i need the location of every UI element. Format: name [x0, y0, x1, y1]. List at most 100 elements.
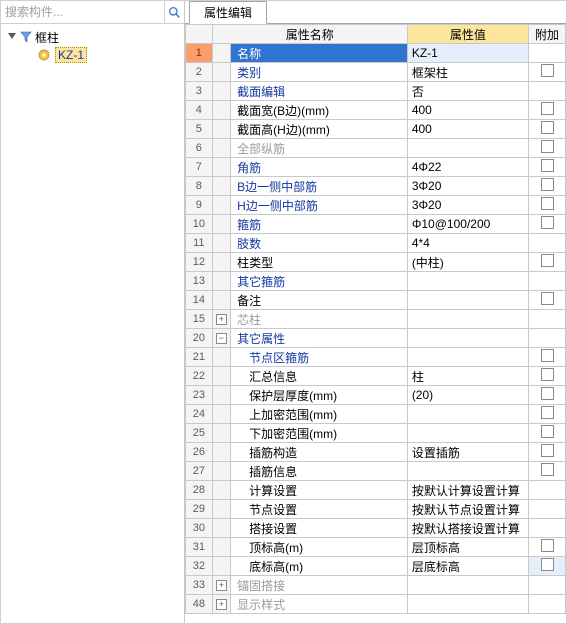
- property-value[interactable]: [407, 462, 528, 481]
- row-number[interactable]: 23: [186, 386, 213, 405]
- table-row[interactable]: 31顶标高(m)层顶标高: [186, 538, 566, 557]
- property-value[interactable]: [407, 139, 528, 158]
- table-row[interactable]: 10箍筋Φ10@100/200: [186, 215, 566, 234]
- row-number[interactable]: 26: [186, 443, 213, 462]
- property-name[interactable]: 备注: [231, 291, 408, 310]
- row-number[interactable]: 22: [186, 367, 213, 386]
- table-row[interactable]: 21节点区箍筋: [186, 348, 566, 367]
- table-row[interactable]: 9 H边一侧中部筋3Φ20: [186, 196, 566, 215]
- property-value[interactable]: (中柱): [407, 253, 528, 272]
- property-value[interactable]: 层底标高: [407, 557, 528, 576]
- property-value[interactable]: 按默认计算设置计算: [407, 481, 528, 500]
- tree-root-row[interactable]: 框柱: [5, 28, 184, 46]
- property-value[interactable]: [407, 405, 528, 424]
- property-value[interactable]: 400: [407, 120, 528, 139]
- search-button[interactable]: [164, 1, 184, 23]
- property-value[interactable]: KZ-1: [407, 44, 528, 63]
- row-number[interactable]: 1: [186, 44, 213, 63]
- property-value[interactable]: [407, 595, 528, 614]
- property-value[interactable]: 400: [407, 101, 528, 120]
- header-value[interactable]: 属性值: [407, 25, 528, 44]
- row-number[interactable]: 15: [186, 310, 213, 329]
- row-number[interactable]: 12: [186, 253, 213, 272]
- row-number[interactable]: 29: [186, 500, 213, 519]
- property-name[interactable]: H边一侧中部筋: [231, 196, 408, 215]
- property-name[interactable]: 其它属性: [231, 329, 408, 348]
- property-name[interactable]: 计算设置: [231, 481, 408, 500]
- row-number[interactable]: 7: [186, 158, 213, 177]
- extra-cell[interactable]: [529, 424, 566, 443]
- property-name[interactable]: 底标高(m): [231, 557, 408, 576]
- table-row[interactable]: 27插筋信息: [186, 462, 566, 481]
- property-value[interactable]: [407, 310, 528, 329]
- table-row[interactable]: 6 全部纵筋: [186, 139, 566, 158]
- row-number[interactable]: 10: [186, 215, 213, 234]
- row-number[interactable]: 32: [186, 557, 213, 576]
- row-number[interactable]: 14: [186, 291, 213, 310]
- property-name[interactable]: 截面宽(B边)(mm): [231, 101, 408, 120]
- property-value[interactable]: 3Φ20: [407, 196, 528, 215]
- extra-cell[interactable]: [529, 139, 566, 158]
- table-row[interactable]: 13其它箍筋: [186, 272, 566, 291]
- extra-cell[interactable]: [529, 101, 566, 120]
- extra-cell[interactable]: [529, 538, 566, 557]
- extra-cell[interactable]: [529, 63, 566, 82]
- property-name[interactable]: 名称: [231, 44, 408, 63]
- property-value[interactable]: [407, 291, 528, 310]
- table-row[interactable]: 1 名称KZ-1: [186, 44, 566, 63]
- table-row[interactable]: 22汇总信息柱: [186, 367, 566, 386]
- property-name[interactable]: 类别: [231, 63, 408, 82]
- property-name[interactable]: 上加密范围(mm): [231, 405, 408, 424]
- expand-toggle[interactable]: +: [212, 576, 230, 595]
- property-name[interactable]: 角筋: [231, 158, 408, 177]
- row-number[interactable]: 30: [186, 519, 213, 538]
- extra-cell[interactable]: [529, 158, 566, 177]
- tab-property-edit[interactable]: 属性编辑: [189, 1, 267, 24]
- property-name[interactable]: 全部纵筋: [231, 139, 408, 158]
- search-input[interactable]: [1, 2, 164, 22]
- table-row[interactable]: 12柱类型(中柱): [186, 253, 566, 272]
- property-name[interactable]: 节点设置: [231, 500, 408, 519]
- row-number[interactable]: 9: [186, 196, 213, 215]
- property-value[interactable]: 否: [407, 82, 528, 101]
- table-row[interactable]: 8B边一侧中部筋3Φ20: [186, 177, 566, 196]
- row-number[interactable]: 2: [186, 63, 213, 82]
- row-number[interactable]: 33: [186, 576, 213, 595]
- extra-cell[interactable]: [529, 177, 566, 196]
- collapse-icon[interactable]: [7, 32, 17, 42]
- table-row[interactable]: 32 底标高(m)层底标高: [186, 557, 566, 576]
- row-number[interactable]: 6: [186, 139, 213, 158]
- expand-toggle[interactable]: +: [212, 310, 230, 329]
- extra-cell[interactable]: [529, 253, 566, 272]
- property-value[interactable]: 4Φ22: [407, 158, 528, 177]
- table-row[interactable]: 14 备注: [186, 291, 566, 310]
- property-name[interactable]: 肢数: [231, 234, 408, 253]
- property-value[interactable]: 3Φ20: [407, 177, 528, 196]
- property-grid[interactable]: 属性名称 属性值 附加 1名称KZ-12类别框架柱3截面编辑否4截面宽(B边)(…: [185, 24, 566, 623]
- table-row[interactable]: 30搭接设置按默认搭接设置计算: [186, 519, 566, 538]
- table-row[interactable]: 7 角筋4Φ22: [186, 158, 566, 177]
- property-name[interactable]: 截面编辑: [231, 82, 408, 101]
- property-value[interactable]: (20): [407, 386, 528, 405]
- row-number[interactable]: 25: [186, 424, 213, 443]
- extra-cell[interactable]: [529, 120, 566, 139]
- row-number[interactable]: 3: [186, 82, 213, 101]
- table-row[interactable]: 25下加密范围(mm): [186, 424, 566, 443]
- property-name[interactable]: 截面高(H边)(mm): [231, 120, 408, 139]
- property-name[interactable]: 插筋信息: [231, 462, 408, 481]
- property-name[interactable]: 其它箍筋: [231, 272, 408, 291]
- extra-cell[interactable]: [529, 367, 566, 386]
- row-number[interactable]: 48: [186, 595, 213, 614]
- property-name[interactable]: 插筋构造: [231, 443, 408, 462]
- header-name[interactable]: 属性名称: [212, 25, 407, 44]
- extra-cell[interactable]: [529, 215, 566, 234]
- table-row[interactable]: 15+芯柱: [186, 310, 566, 329]
- property-value[interactable]: [407, 576, 528, 595]
- row-number[interactable]: 8: [186, 177, 213, 196]
- property-value[interactable]: [407, 424, 528, 443]
- property-value[interactable]: 按默认节点设置计算: [407, 500, 528, 519]
- table-row[interactable]: 4截面宽(B边)(mm)400: [186, 101, 566, 120]
- property-value[interactable]: 层顶标高: [407, 538, 528, 557]
- extra-cell[interactable]: [529, 291, 566, 310]
- property-value[interactable]: Φ10@100/200: [407, 215, 528, 234]
